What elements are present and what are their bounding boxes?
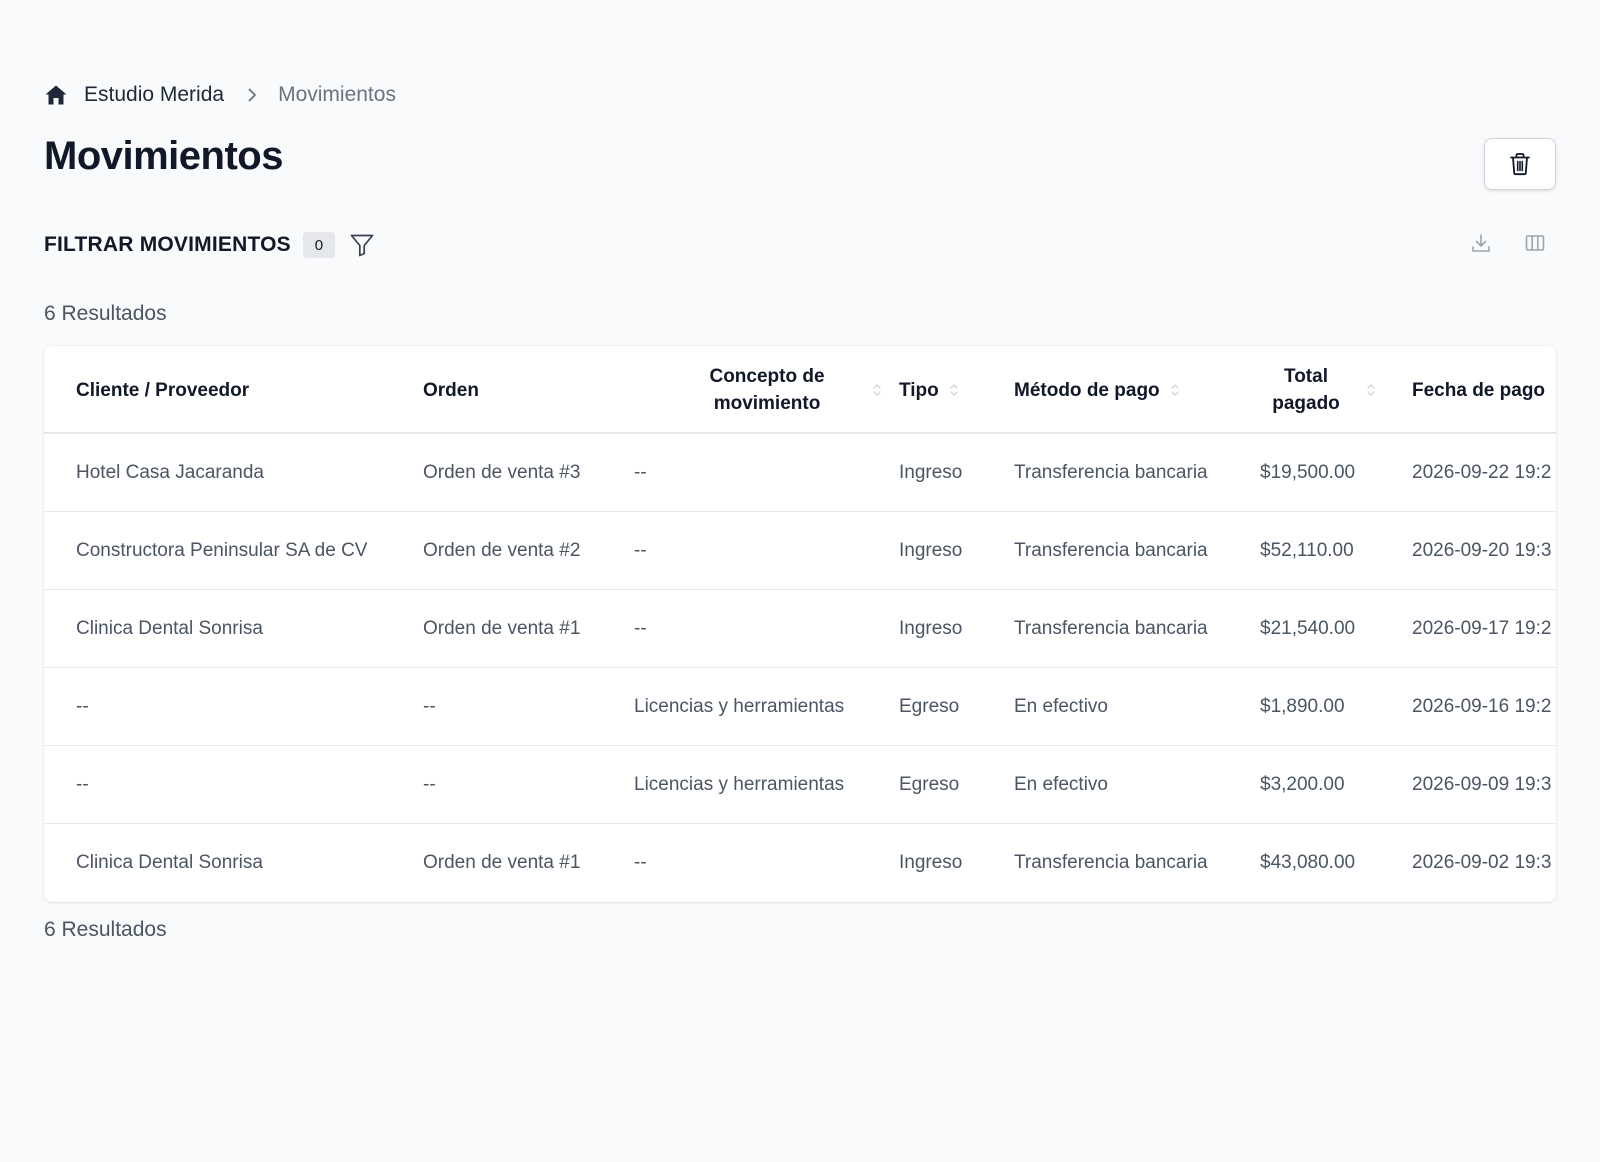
table-row[interactable]: Hotel Casa Jacaranda Orden de venta #3 -… — [44, 434, 1556, 512]
cell-metodo: Transferencia bancaria — [1014, 462, 1208, 483]
cell-tipo: Egreso — [899, 774, 960, 795]
breadcrumb: Estudio Merida Movimientos — [44, 80, 396, 110]
cell-orden: Orden de venta #1 — [423, 852, 581, 873]
results-count-top: 6 Resultados — [44, 302, 167, 325]
sort-icon[interactable] — [1170, 382, 1180, 398]
cell-concepto: Licencias y herramientas — [634, 696, 845, 717]
filter-bar: FILTRAR MOVIMIENTOS 0 — [44, 228, 375, 262]
cell-metodo: Transferencia bancaria — [1014, 540, 1208, 561]
breadcrumb-current: Movimientos — [278, 83, 396, 106]
cell-concepto: -- — [634, 462, 647, 483]
cell-fecha: 2026-09-17 19:2 — [1412, 618, 1552, 639]
cell-total: $43,080.00 — [1260, 852, 1356, 873]
cell-total: $3,200.00 — [1260, 774, 1345, 795]
cell-metodo: Transferencia bancaria — [1014, 618, 1208, 639]
header-tipo-label: Tipo — [899, 379, 939, 401]
cell-cliente: Hotel Casa Jacaranda — [76, 462, 264, 483]
chevron-right-icon — [244, 87, 260, 103]
cell-total: $19,500.00 — [1260, 462, 1356, 483]
filter-icon[interactable] — [349, 232, 375, 258]
cell-concepto: -- — [634, 852, 647, 873]
cell-concepto: Licencias y herramientas — [634, 774, 845, 795]
breadcrumb-root-link[interactable]: Estudio Merida — [84, 83, 224, 107]
cell-cliente: Constructora Peninsular SA de CV — [76, 540, 368, 561]
header-total[interactable]: Total pagado — [1266, 346, 1406, 434]
table-row[interactable]: Constructora Peninsular SA de CV Orden d… — [44, 512, 1556, 590]
table-header: Cliente / Proveedor Orden Concepto de mo… — [44, 346, 1556, 434]
cell-fecha: 2026-09-02 19:3 — [1412, 852, 1552, 873]
header-concepto[interactable]: Concepto de movimiento — [672, 346, 902, 434]
cell-tipo: Ingreso — [899, 540, 963, 561]
cell-fecha: 2026-09-16 19:2 — [1412, 696, 1552, 717]
cell-total: $52,110.00 — [1260, 540, 1354, 561]
cell-orden: -- — [423, 774, 436, 795]
sort-icon[interactable] — [1366, 382, 1376, 398]
cell-orden: Orden de venta #1 — [423, 618, 581, 639]
cell-cliente: -- — [76, 696, 89, 717]
cell-fecha: 2026-09-22 19:2 — [1412, 462, 1552, 483]
header-tipo[interactable]: Tipo — [899, 346, 1009, 434]
header-fecha-label: Fecha de pago — [1412, 379, 1546, 401]
table-row[interactable]: Clinica Dental Sonrisa Orden de venta #1… — [44, 824, 1556, 902]
filter-count-badge: 0 — [302, 232, 335, 258]
table-row[interactable]: Clinica Dental Sonrisa Orden de venta #1… — [44, 590, 1556, 668]
header-total-line2: pagado — [1272, 393, 1340, 414]
movements-table: Cliente / Proveedor Orden Concepto de mo… — [44, 346, 1556, 902]
table-body: Hotel Casa Jacaranda Orden de venta #3 -… — [44, 434, 1556, 902]
header-metodo[interactable]: Método de pago — [1014, 346, 1254, 434]
home-icon[interactable] — [44, 83, 68, 107]
cell-fecha: 2026-09-20 19:3 — [1412, 540, 1552, 561]
header-orden: Orden — [423, 346, 623, 434]
trash-icon — [1509, 152, 1531, 176]
sort-icon[interactable] — [949, 382, 959, 398]
cell-metodo: Transferencia bancaria — [1014, 852, 1208, 873]
cell-total: $1,890.00 — [1260, 696, 1345, 717]
cell-tipo: Ingreso — [899, 618, 963, 639]
table-row[interactable]: -- -- Licencias y herramientas Egreso En… — [44, 746, 1556, 824]
columns-icon[interactable] — [1524, 232, 1546, 254]
page: Estudio Merida Movimientos Movimientos F… — [0, 0, 1600, 1162]
trash-button[interactable] — [1484, 138, 1556, 190]
cell-cliente: Clinica Dental Sonrisa — [76, 618, 263, 639]
header-metodo-label: Método de pago — [1014, 379, 1160, 401]
table-row[interactable]: -- -- Licencias y herramientas Egreso En… — [44, 668, 1556, 746]
header-concepto-line1: Concepto de — [709, 366, 825, 387]
cell-fecha: 2026-09-09 19:3 — [1412, 774, 1552, 795]
cell-tipo: Egreso — [899, 696, 960, 717]
page-title: Movimientos — [44, 134, 283, 178]
header-fecha: Fecha de pago — [1412, 346, 1556, 434]
cell-total: $21,540.00 — [1260, 618, 1356, 639]
sort-icon[interactable] — [872, 382, 882, 398]
header-total-label: Total pagado — [1266, 363, 1346, 417]
cell-cliente: -- — [76, 774, 89, 795]
cell-metodo: En efectivo — [1014, 774, 1108, 795]
cell-concepto: -- — [634, 618, 647, 639]
cell-cliente: Clinica Dental Sonrisa — [76, 852, 263, 873]
cell-orden: Orden de venta #2 — [423, 540, 581, 561]
header-cliente: Cliente / Proveedor — [76, 346, 406, 434]
cell-orden: -- — [423, 696, 436, 717]
cell-concepto: -- — [634, 540, 647, 561]
header-concepto-label: Concepto de movimiento — [672, 363, 862, 417]
results-count-bottom: 6 Resultados — [44, 918, 167, 941]
header-cliente-label: Cliente / Proveedor — [76, 379, 250, 401]
filter-title: FILTRAR MOVIMIENTOS — [44, 233, 291, 256]
header-orden-label: Orden — [423, 379, 479, 401]
cell-tipo: Ingreso — [899, 852, 963, 873]
cell-tipo: Ingreso — [899, 462, 963, 483]
download-icon[interactable] — [1470, 232, 1492, 254]
cell-orden: Orden de venta #3 — [423, 462, 581, 483]
header-concepto-line2: movimiento — [713, 393, 821, 414]
cell-metodo: En efectivo — [1014, 696, 1108, 717]
header-total-line1: Total — [1284, 366, 1328, 387]
